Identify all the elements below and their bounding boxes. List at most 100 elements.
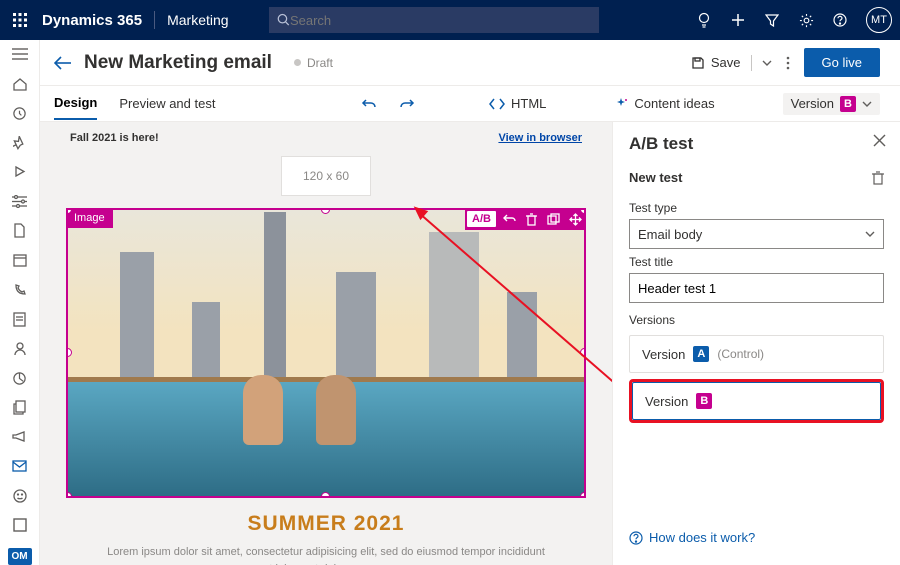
ab-test-panel: A/B test New test Test type Email body T… — [612, 122, 900, 565]
version-a-row[interactable]: Version A (Control) — [630, 336, 883, 372]
tab-preview[interactable]: Preview and test — [119, 88, 215, 119]
email-body-text[interactable]: Lorem ipsum dolor sit amet, consectetur … — [66, 544, 586, 565]
plus-icon[interactable] — [730, 12, 746, 28]
code-icon — [489, 98, 505, 110]
filter-icon[interactable] — [764, 12, 780, 28]
test-type-label: Test type — [629, 201, 884, 215]
megaphone-icon[interactable] — [11, 429, 29, 445]
resize-handle[interactable] — [321, 492, 330, 498]
version-b-row[interactable]: Version B — [632, 382, 881, 420]
test-type-value: Email body — [638, 227, 702, 242]
panel-title: A/B test — [629, 134, 884, 154]
logo-placeholder[interactable]: 120 x 60 — [281, 156, 371, 196]
left-nav-rail: OM — [0, 40, 40, 565]
hamburger-icon[interactable] — [11, 46, 29, 62]
selected-image-block[interactable]: Image A/B — [66, 208, 586, 498]
html-button[interactable]: HTML — [489, 96, 546, 111]
pin-icon[interactable] — [11, 134, 29, 150]
back-button[interactable] — [54, 56, 72, 70]
control-label: (Control) — [717, 347, 764, 361]
recent-icon[interactable] — [11, 105, 29, 121]
block-toolbar: A/B — [465, 208, 586, 230]
test-title-label: Test title — [629, 255, 884, 269]
view-in-browser-link[interactable]: View in browser — [498, 132, 582, 144]
chart-icon[interactable] — [11, 370, 29, 386]
save-button[interactable]: Save — [691, 55, 772, 71]
top-navbar: Dynamics 365 Marketing MT — [0, 0, 900, 40]
resize-handle[interactable] — [66, 492, 72, 498]
tab-design[interactable]: Design — [54, 87, 97, 120]
divider — [154, 11, 155, 29]
resize-handle[interactable] — [580, 208, 586, 214]
content-ideas-label: Content ideas — [634, 96, 714, 111]
version-word: Version — [642, 347, 685, 362]
page-icon[interactable] — [11, 223, 29, 239]
version-switcher[interactable]: Version B — [783, 93, 880, 115]
chevron-down-icon[interactable] — [762, 60, 772, 66]
resize-handle[interactable] — [580, 348, 586, 357]
duplicate-icon[interactable] — [542, 208, 564, 230]
om-badge[interactable]: OM — [8, 548, 32, 564]
phone-icon[interactable] — [11, 282, 29, 298]
test-title-input[interactable] — [629, 273, 884, 303]
email-heading[interactable]: SUMMER 2021 — [66, 512, 586, 536]
close-panel-button[interactable] — [873, 134, 886, 147]
global-search[interactable] — [269, 7, 599, 33]
lightbulb-icon[interactable] — [696, 12, 712, 28]
ab-test-toggle[interactable]: A/B — [467, 211, 496, 227]
gear-icon[interactable] — [798, 12, 814, 28]
chevron-down-icon — [865, 231, 875, 237]
help-icon — [629, 531, 643, 545]
tab-bar: Design Preview and test HTML Content ide… — [40, 86, 900, 122]
play-icon[interactable] — [11, 164, 29, 180]
how-link-label: How does it work? — [649, 530, 755, 545]
emoji-icon[interactable] — [11, 488, 29, 504]
search-icon — [277, 13, 290, 27]
version-badge-a: A — [693, 346, 709, 362]
version-badge-b: B — [840, 96, 856, 112]
versions-label: Versions — [629, 313, 884, 327]
go-live-button[interactable]: Go live — [804, 48, 880, 77]
person-icon[interactable] — [11, 340, 29, 356]
search-input[interactable] — [290, 13, 591, 28]
email-canvas[interactable]: Fall 2021 is here! View in browser 120 x… — [40, 122, 612, 565]
save-icon — [691, 56, 705, 70]
version-label: Version — [791, 96, 834, 111]
status-badge: Draft — [294, 56, 333, 70]
panel-subheader: New test — [629, 170, 682, 185]
sparkle-icon — [614, 97, 628, 111]
mail-icon[interactable] — [11, 458, 29, 474]
page-header: New Marketing email Draft Save Go live — [40, 40, 900, 86]
version-badge-b: B — [696, 393, 712, 409]
form-icon[interactable] — [11, 311, 29, 327]
delete-icon[interactable] — [520, 208, 542, 230]
how-does-it-work-link[interactable]: How does it work? — [629, 522, 884, 553]
preheader-text: Fall 2021 is here! — [70, 132, 159, 144]
resize-handle[interactable] — [580, 492, 586, 498]
pages-icon[interactable] — [11, 399, 29, 415]
chevron-down-icon — [862, 101, 872, 107]
more-button[interactable] — [786, 56, 790, 70]
module-name[interactable]: Marketing — [167, 12, 228, 28]
page-title: New Marketing email — [84, 52, 272, 74]
calendar-icon[interactable] — [11, 252, 29, 268]
home-icon[interactable] — [11, 75, 29, 91]
help-icon[interactable] — [832, 12, 848, 28]
block-type-label: Image — [66, 208, 113, 228]
redo-button[interactable] — [399, 97, 415, 111]
app-launcher-icon[interactable] — [8, 8, 32, 32]
content-ideas-button[interactable]: Content ideas — [614, 96, 714, 111]
test-type-select[interactable]: Email body — [629, 219, 884, 249]
settings-icon[interactable] — [11, 193, 29, 209]
brand-name: Dynamics 365 — [42, 12, 142, 29]
version-b-highlight: Version B — [629, 379, 884, 423]
user-avatar[interactable]: MT — [866, 7, 892, 33]
save-label: Save — [711, 55, 741, 70]
undo-block-icon[interactable] — [498, 208, 520, 230]
image-content — [68, 210, 584, 496]
segment-icon[interactable] — [11, 517, 29, 533]
version-word: Version — [645, 394, 688, 409]
html-label: HTML — [511, 96, 546, 111]
delete-test-button[interactable] — [872, 171, 884, 185]
undo-button[interactable] — [361, 97, 377, 111]
